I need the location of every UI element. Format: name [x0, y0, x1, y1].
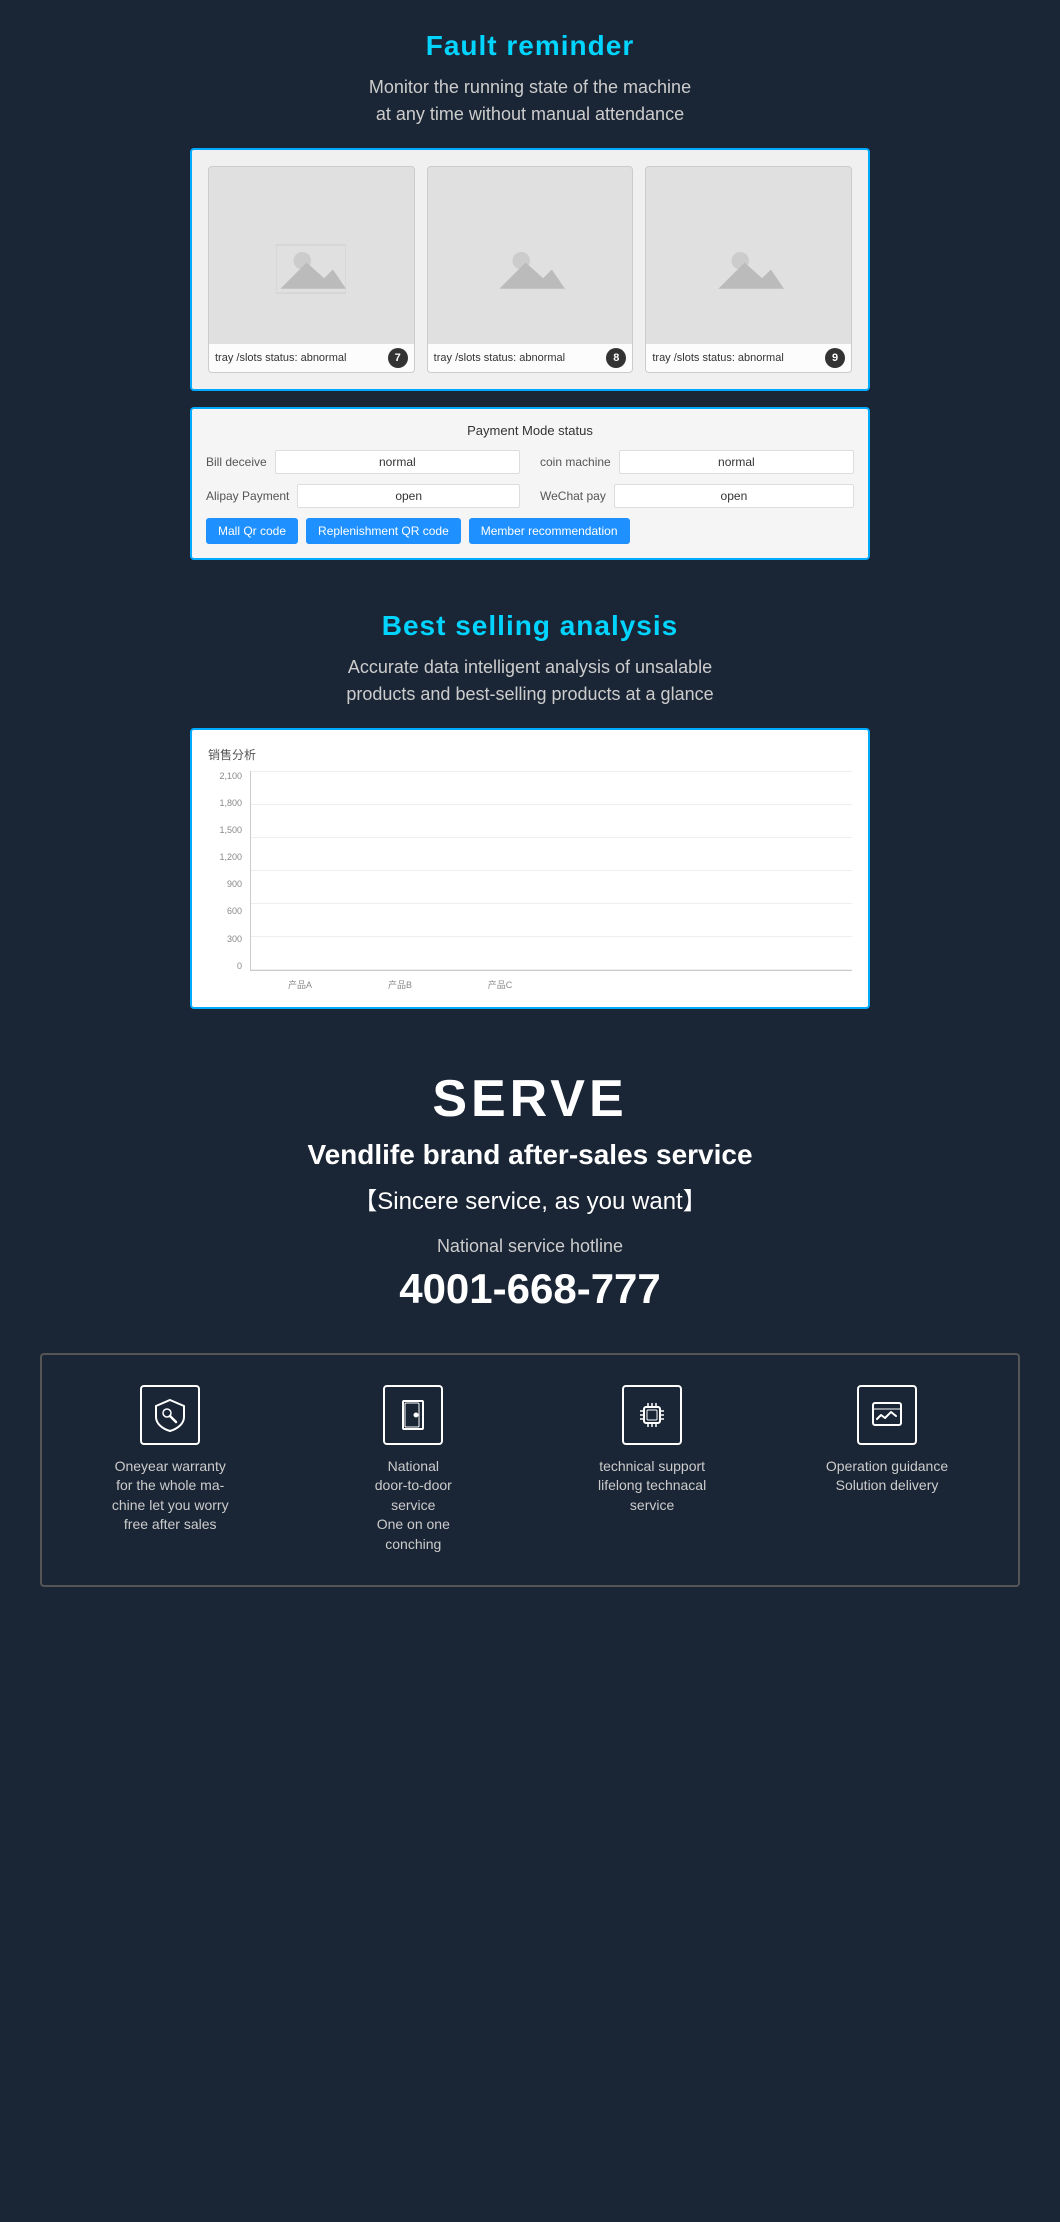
- mall-qr-button[interactable]: Mall Qr code: [206, 518, 298, 544]
- fault-title: Fault reminder: [20, 30, 1040, 62]
- image-placeholder-1: [276, 244, 346, 294]
- grid-line-5: [251, 903, 852, 904]
- serve-hotline-label: National service hotline: [20, 1236, 1040, 1257]
- serve-brand: Vendlife brand after-sales service: [20, 1139, 1040, 1171]
- payment-row-2: Alipay Payment open WeChat pay open: [206, 484, 854, 508]
- alipay-field: Alipay Payment open: [206, 484, 520, 508]
- fault-images-panel: tray /slots status: abnormal 7 tray /slo…: [190, 148, 870, 391]
- member-recommendation-button[interactable]: Member recommendation: [469, 518, 630, 544]
- service-door-label: National door-to-door service One on one…: [348, 1457, 478, 1555]
- y-label-300: 300: [227, 934, 242, 944]
- fault-image-3: tray /slots status: abnormal 9: [645, 166, 852, 373]
- replenishment-qr-button[interactable]: Replenishment QR code: [306, 518, 461, 544]
- service-door-to-door: National door-to-door service One on one…: [348, 1385, 478, 1555]
- chart-check-icon: [857, 1385, 917, 1445]
- payment-buttons: Mall Qr code Replenishment QR code Membe…: [206, 518, 854, 544]
- door-icon: [383, 1385, 443, 1445]
- bill-deceive-field: Bill deceive normal: [206, 450, 520, 474]
- wechat-field: WeChat pay open: [540, 484, 854, 508]
- selling-subtitle: Accurate data intelligent analysis of un…: [20, 654, 1040, 708]
- service-warranty-label: Oneyear warranty for the whole ma- chine…: [112, 1457, 229, 1535]
- selling-title: Best selling analysis: [20, 610, 1040, 642]
- service-warranty: Oneyear warranty for the whole ma- chine…: [112, 1385, 229, 1535]
- grid-line-7: [251, 969, 852, 970]
- x-axis: 产品A 产品B 产品C: [250, 978, 852, 991]
- x-label-1: 产品A: [280, 978, 320, 991]
- grid-line-2: [251, 804, 852, 805]
- coin-machine-input: normal: [619, 450, 854, 474]
- fault-subtitle: Monitor the running state of the machine…: [20, 74, 1040, 128]
- grid-line-3: [251, 837, 852, 838]
- grid-line-6: [251, 936, 852, 937]
- y-label-1800: 1,800: [219, 798, 242, 808]
- service-operation-label: Operation guidance Solution delivery: [826, 1457, 948, 1496]
- bar-chart-container: 2,100 1,800 1,500 1,200 900 600 300 0: [208, 771, 852, 991]
- service-technical: technical support lifelong technacal ser…: [598, 1385, 706, 1516]
- image-placeholder-2: [495, 244, 565, 294]
- grid-line-1: [251, 771, 852, 772]
- selling-section: Best selling analysis Accurate data inte…: [0, 580, 1060, 1029]
- shield-wrench-svg: [152, 1397, 188, 1433]
- serve-section: SERVE Vendlife brand after-sales service…: [0, 1029, 1060, 1637]
- chart-panel: 销售分析 2,100 1,800 1,500 1,200 900 600 300…: [190, 728, 870, 1009]
- serve-phone: 4001-668-777: [20, 1265, 1040, 1313]
- payment-panel-title: Payment Mode status: [206, 423, 854, 438]
- chart-title: 销售分析: [208, 746, 852, 763]
- y-label-2100: 2,100: [219, 771, 242, 781]
- x-label-3: 产品C: [480, 978, 520, 991]
- image-placeholder-3: [714, 244, 784, 294]
- payment-panel: Payment Mode status Bill deceive normal …: [190, 407, 870, 560]
- coin-machine-field: coin machine normal: [540, 450, 854, 474]
- chart-check-svg: [869, 1397, 905, 1433]
- y-label-0: 0: [237, 961, 242, 971]
- x-label-2: 产品B: [380, 978, 420, 991]
- wechat-input: open: [614, 484, 854, 508]
- service-technical-label: technical support lifelong technacal ser…: [598, 1457, 706, 1516]
- y-label-1200: 1,200: [219, 852, 242, 862]
- fault-image-2: tray /slots status: abnormal 8: [427, 166, 634, 373]
- chart-area: [250, 771, 852, 971]
- bill-deceive-input: normal: [275, 450, 520, 474]
- fault-caption-2: tray /slots status: abnormal 8: [428, 344, 633, 372]
- bottom-services: Oneyear warranty for the whole ma- chine…: [40, 1353, 1020, 1587]
- door-svg: [395, 1397, 431, 1433]
- y-label-900: 900: [227, 879, 242, 889]
- grid-line-4: [251, 870, 852, 871]
- chip-icon: [622, 1385, 682, 1445]
- fault-images-row: tray /slots status: abnormal 7 tray /slo…: [208, 166, 852, 373]
- y-axis: 2,100 1,800 1,500 1,200 900 600 300 0: [208, 771, 246, 971]
- fault-image-1: tray /slots status: abnormal 7: [208, 166, 415, 373]
- y-label-600: 600: [227, 906, 242, 916]
- service-operation: Operation guidance Solution delivery: [826, 1385, 948, 1496]
- alipay-input: open: [297, 484, 520, 508]
- fault-section: Fault reminder Monitor the running state…: [0, 0, 1060, 580]
- grid-lines: [251, 771, 852, 970]
- serve-main-title: SERVE: [20, 1069, 1040, 1129]
- y-label-1500: 1,500: [219, 825, 242, 835]
- serve-tagline: 【Sincere service, as you want】: [20, 1181, 1040, 1216]
- chip-svg: [634, 1397, 670, 1433]
- fault-caption-1: tray /slots status: abnormal 7: [209, 344, 414, 372]
- shield-wrench-icon: [140, 1385, 200, 1445]
- fault-caption-3: tray /slots status: abnormal 9: [646, 344, 851, 372]
- payment-row-1: Bill deceive normal coin machine normal: [206, 450, 854, 474]
